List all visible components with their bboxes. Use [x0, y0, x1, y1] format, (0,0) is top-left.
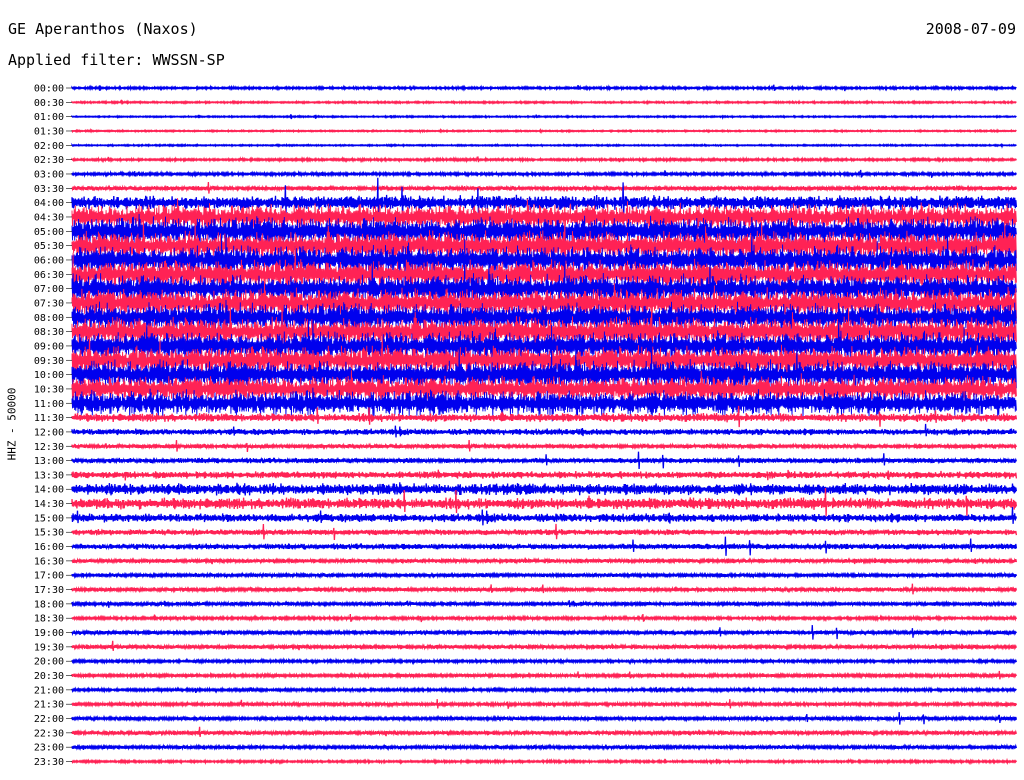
trace-row-1500: [71, 506, 1018, 526]
time-tick-label: 07:30: [34, 298, 64, 309]
time-tick-label: 19:00: [34, 628, 64, 639]
time-tick-label: 18:30: [34, 614, 64, 625]
time-tick-label: 01:00: [34, 112, 64, 123]
time-tick-label: 04:00: [34, 198, 64, 209]
time-tick-label: 16:30: [34, 556, 64, 567]
tick-labels: 00:00 00:30 01:00 01:30 02:00 02:30 03:00 03:30…: [34, 84, 72, 768]
time-tick-label: 21:30: [34, 700, 64, 711]
time-tick-label: 14:00: [34, 485, 64, 496]
time-tick-label: 17:30: [34, 585, 64, 596]
time-tick-label: 22:30: [34, 728, 64, 739]
time-tick-label: 00:00: [34, 84, 64, 95]
time-tick-label: 08:30: [34, 327, 64, 338]
trace-row-1930: [71, 640, 1018, 651]
time-tick-label: 09:00: [34, 341, 64, 352]
time-tick-label: 16:00: [34, 542, 64, 553]
trace-row-2230: [71, 726, 1018, 737]
time-tick-label: 06:00: [34, 255, 64, 266]
time-tick-label: 11:00: [34, 399, 64, 410]
time-tick-label: 14:30: [34, 499, 64, 510]
time-tick-label: 23:00: [34, 743, 64, 754]
traces: [71, 84, 1018, 766]
time-tick-label: 19:30: [34, 642, 64, 653]
time-tick-label: 18:00: [34, 599, 64, 610]
time-tick-label: 13:30: [34, 470, 64, 481]
time-tick-label: 02:30: [34, 155, 64, 166]
time-tick-label: 20:30: [34, 671, 64, 682]
trace-row-1200: [71, 423, 1018, 438]
time-tick-label: 10:30: [34, 384, 64, 395]
time-tick-label: 13:00: [34, 456, 64, 467]
time-tick-label: 22:00: [34, 714, 64, 725]
time-tick-label: 15:00: [34, 513, 64, 524]
time-tick-label: 12:30: [34, 442, 64, 453]
time-tick-label: 08:00: [34, 313, 64, 324]
time-tick-label: 07:00: [34, 284, 64, 295]
time-tick-label: 21:00: [34, 685, 64, 696]
time-tick-label: 17:00: [34, 571, 64, 582]
time-tick-label: 03:30: [34, 184, 64, 195]
time-tick-label: 02:00: [34, 141, 64, 152]
time-tick-label: 11:30: [34, 413, 64, 424]
time-tick-label: 20:00: [34, 657, 64, 668]
time-tick-label: 15:30: [34, 528, 64, 539]
time-tick-label: 23:30: [34, 757, 64, 768]
time-tick-label: 05:00: [34, 227, 64, 238]
time-tick-label: 01:30: [34, 126, 64, 137]
time-tick-label: 06:30: [34, 270, 64, 281]
time-tick-label: 00:30: [34, 98, 64, 109]
seismogram-plot: 00:00 00:30 01:00 01:30 02:00 02:30 03:00 03:30…: [34, 84, 1018, 768]
time-tick-label: 05:30: [34, 241, 64, 252]
time-tick-label: 12:00: [34, 427, 64, 438]
time-tick-label: 09:30: [34, 356, 64, 367]
time-tick-label: 04:30: [34, 212, 64, 223]
time-tick-label: 10:00: [34, 370, 64, 381]
time-tick-label: 03:00: [34, 169, 64, 180]
